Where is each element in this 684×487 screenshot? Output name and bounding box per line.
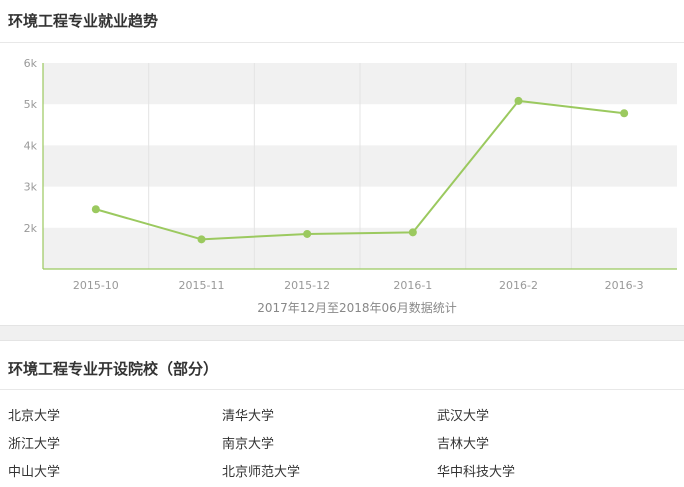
- school-link[interactable]: 华中科技大学: [437, 461, 515, 480]
- school-link[interactable]: 武汉大学: [437, 405, 489, 424]
- data-point: [303, 229, 312, 238]
- school-link[interactable]: 北京师范大学: [222, 461, 300, 480]
- school-link[interactable]: 北京大学: [8, 405, 60, 424]
- line-chart-svg: 2k 3k 4k 5k 6k 2015-10 2015-11 2015-12 2016-1 201…: [24, 57, 677, 315]
- data-point: [91, 205, 100, 214]
- employment-trend-chart: 2k 3k 4k 5k 6k 2015-10 2015-11 2015-12 2016-1 201…: [0, 43, 684, 325]
- y-tick-label: 6k: [24, 57, 38, 70]
- school-link[interactable]: 南京大学: [222, 433, 274, 452]
- y-tick-label: 5k: [24, 98, 38, 111]
- data-point: [197, 235, 206, 244]
- data-point: [620, 109, 629, 118]
- y-tick-label: 4k: [24, 139, 38, 152]
- y-tick-label: 2k: [24, 222, 38, 235]
- x-axis-caption: 2017年12月至2018年06月数据统计: [257, 300, 457, 315]
- x-tick-label: 2015-11: [179, 279, 225, 292]
- data-point: [514, 96, 523, 105]
- schools-title-divider: [0, 389, 684, 390]
- school-link[interactable]: 浙江大学: [8, 433, 60, 452]
- school-link[interactable]: 清华大学: [222, 405, 274, 424]
- x-tick-label: 2016-3: [605, 279, 644, 292]
- x-tick-label: 2016-2: [499, 279, 538, 292]
- x-tick-label: 2016-1: [393, 279, 432, 292]
- x-tick-label: 2015-10: [73, 279, 119, 292]
- schools-section-title: 环境工程专业开设院校（部分）: [8, 360, 219, 378]
- school-link[interactable]: 中山大学: [8, 461, 60, 480]
- school-link[interactable]: 吉林大学: [437, 433, 489, 452]
- x-tick-label: 2015-12: [284, 279, 330, 292]
- trend-section-title: 环境工程专业就业趋势: [8, 12, 159, 30]
- y-tick-label: 3k: [24, 181, 38, 194]
- data-point: [408, 228, 417, 237]
- section-separator-band: [0, 325, 684, 341]
